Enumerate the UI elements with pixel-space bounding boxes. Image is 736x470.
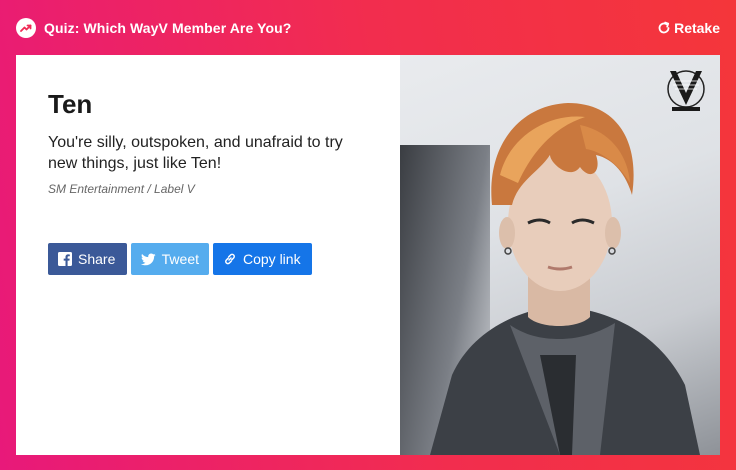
facebook-share-button[interactable]: Share xyxy=(48,243,127,275)
share-buttons: Share Tweet Copy link xyxy=(48,243,316,275)
refresh-icon xyxy=(658,21,670,34)
link-icon xyxy=(225,253,235,265)
quiz-header: Quiz: Which WayV Member Are You? Retake xyxy=(0,0,736,56)
retake-label: Retake xyxy=(674,20,720,36)
trending-up-icon xyxy=(16,18,36,38)
image-credit: SM Entertainment / Label V xyxy=(48,182,195,196)
retake-button[interactable]: Retake xyxy=(657,20,720,36)
tweet-label: Tweet xyxy=(161,251,199,267)
quiz-title-group: Quiz: Which WayV Member Are You? xyxy=(16,18,291,38)
quiz-title: Quiz: Which WayV Member Are You? xyxy=(44,20,292,36)
copy-link-label: Copy link xyxy=(243,251,301,267)
facebook-share-label: Share xyxy=(78,251,116,267)
result-name: Ten xyxy=(48,89,93,119)
twitter-icon xyxy=(141,252,156,265)
person-portrait xyxy=(430,103,700,455)
facebook-icon xyxy=(58,252,72,266)
result-card: Ten You're silly, outspoken, and unafrai… xyxy=(16,55,720,455)
result-description: You're silly, outspoken, and unafraid to… xyxy=(48,134,343,172)
wayv-logo xyxy=(667,70,705,111)
result-text-panel: Ten You're silly, outspoken, and unafrai… xyxy=(16,55,400,455)
result-photo xyxy=(400,55,720,455)
tweet-button[interactable]: Tweet xyxy=(131,243,209,275)
copy-link-button[interactable]: Copy link xyxy=(213,243,312,275)
